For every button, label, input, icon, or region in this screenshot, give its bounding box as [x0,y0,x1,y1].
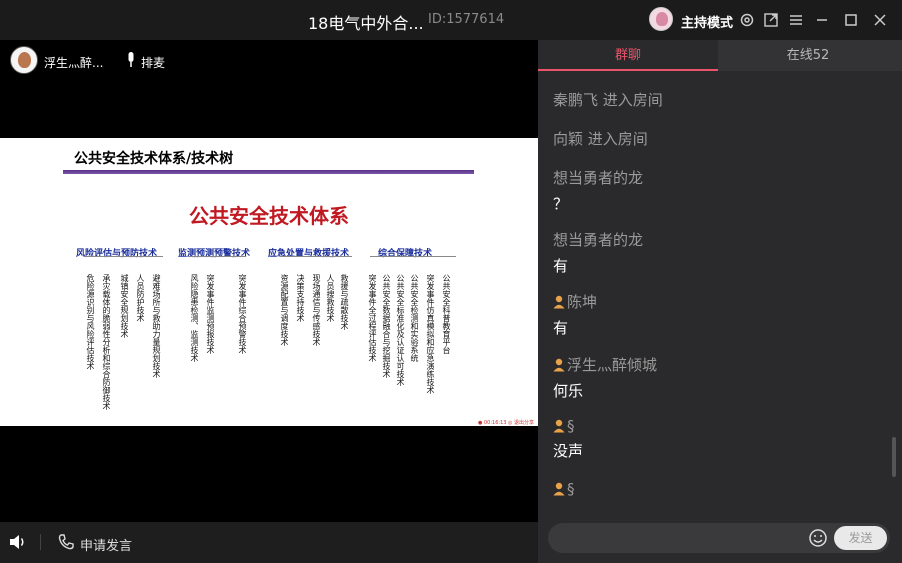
phone-icon[interactable] [57,533,75,551]
leaf-technology: 救援与疏散技术 [340,274,349,330]
presenter-avatar[interactable] [10,46,38,74]
chat-message: 陈坤 有 [553,291,597,338]
leaf-technology: 公共安全科普教育平台 [442,274,451,354]
message-author-row: 浮生灬醉倾城 [553,354,657,375]
divider [40,534,41,550]
leaf-technology: 城镇安全规划技术 [120,274,129,338]
chat-scrollbar[interactable] [892,437,896,477]
message-author: 秦鹏飞 进入房间 [553,91,663,109]
leaf-technology: 承灾载体的脆弱性分析和综合防御技术 [102,274,111,410]
user-icon [553,358,565,371]
message-author: § [567,417,575,435]
chat-tabs: 群聊 在线52 [538,40,902,71]
leaf-technology: 突发事件综合预警技术 [238,274,247,354]
recording-indicator: ● 00:16:13 ◎ 退出分享 [478,420,534,426]
leaf-technology: 人员防护技术 [136,274,145,322]
chat-input[interactable] [560,528,800,548]
apply-to-speak-button[interactable]: 申请发言 [80,535,132,554]
category-bracket [190,256,246,257]
leaf-technology: 人员搜救技术 [326,274,335,322]
settings-icon[interactable] [736,9,758,31]
leaf-technology: 现场通信与传感技术 [312,274,321,346]
category-emergency-response: 应急处置与救援技术 [268,249,350,259]
category-bracket [85,256,163,257]
emoji-icon[interactable] [808,528,828,548]
leaf-technology: 风险隐患检测、监测技术 [190,274,199,362]
category-risk-assessment: 风险评估与预防技术 [76,249,158,259]
popout-icon[interactable] [760,9,782,31]
chat-message: 浮生灬醉倾城 何乐 [553,354,657,401]
chat-message: § [553,480,575,498]
leaf-technology: 避难场所与救助力量规划技术 [152,274,161,378]
category-bracket [370,256,456,257]
queue-mic-button[interactable]: 排麦 [141,54,165,71]
chat-message: 想当勇者的龙 有 [553,229,643,276]
leaf-technology: 突发事件仿真模拟和应急演练技术 [426,274,435,394]
leaf-technology: 公共安全检测和实验系统 [410,274,419,362]
tab-group-chat[interactable]: 群聊 [538,40,718,71]
close-icon[interactable] [869,9,891,31]
minimize-icon[interactable] [811,9,833,31]
leaf-technology: 公共安全数据融合与挖掘技术 [382,274,391,378]
speaker-icon[interactable] [9,534,27,550]
user-icon [553,482,565,496]
message-author: 想当勇者的龙 [553,231,644,249]
user-icon [553,419,565,433]
leaf-technology: 突发事件监测预报技术 [206,274,215,354]
message-text: 没声 [553,442,584,460]
category-integrated-support: 综合保障技术 [378,249,433,259]
bottom-bar: 申请发言 [0,522,538,563]
category-monitoring-warning: 监测预测预警技术 [178,249,251,259]
room-title: 18电气中外合... [308,14,424,33]
chat-message: § 没声 [553,417,583,461]
message-author: 向颖 进入房间 [553,130,648,148]
chat-message: 向颖 进入房间 [553,128,648,149]
message-text: 何乐 [553,382,584,400]
leaf-technology: 危险源识别与风险评估技术 [86,274,95,370]
title-bar: 18电气中外合... ID:1577614 主持模式 [0,0,902,40]
chat-message: 想当勇者的龙 ？ [553,167,643,214]
message-author: 浮生灬醉倾城 [567,356,658,374]
message-author: 想当勇者的龙 [553,169,644,187]
shared-slide: 公共安全技术体系/技术树 公共安全技术体系 风险评估与预防技术 监测预测预警技术… [0,138,538,426]
mic-icon[interactable] [126,52,136,68]
message-author: 陈坤 [567,293,598,311]
room-id: ID:1577614 [428,12,505,27]
tab-online-users[interactable]: 在线52 [718,40,898,71]
slide-title: 公共安全技术体系/技术树 [74,151,234,167]
message-text: 有 [553,319,569,337]
slide-heading: 公共安全技术体系 [189,204,349,228]
send-button[interactable]: 发送 [834,526,887,550]
message-author-row: 陈坤 [553,291,597,312]
user-icon [553,295,565,308]
presenter-name: 浮生灬醉... [44,56,104,70]
message-text: 有 [553,257,569,275]
leaf-technology: 决策支持技术 [296,274,305,322]
video-area: 浮生灬醉... 排麦 公共安全技术体系/技术树 公共安全技术体系 风险评估与预防… [0,40,538,522]
message-text: ？ [553,195,569,213]
message-author: § [567,480,575,498]
chat-message: 秦鹏飞 进入房间 [553,89,663,110]
maximize-icon[interactable] [840,9,862,31]
chat-input-box: 发送 [548,523,890,553]
leaf-technology: 公共安全标准化及认证认可技术 [396,274,405,386]
message-author-row: § [553,417,583,435]
message-author-row: § [553,480,575,498]
menu-icon[interactable] [785,9,807,31]
host-avatar[interactable] [649,7,673,31]
leaf-technology: 资源配置与调度技术 [280,274,289,346]
chat-panel: 群聊 在线52 秦鹏飞 进入房间 向颖 进入房间 想当勇者的龙 ？ 想当勇者的龙… [538,40,902,563]
message-list[interactable]: 秦鹏飞 进入房间 向颖 进入房间 想当勇者的龙 ？ 想当勇者的龙 有 陈坤 有 … [538,71,892,510]
slide-title-rule [63,170,474,174]
leaf-technology: 突发事件全过程评估技术 [368,274,377,362]
category-bracket [280,256,352,257]
host-mode-button[interactable]: 主持模式 [681,12,733,31]
